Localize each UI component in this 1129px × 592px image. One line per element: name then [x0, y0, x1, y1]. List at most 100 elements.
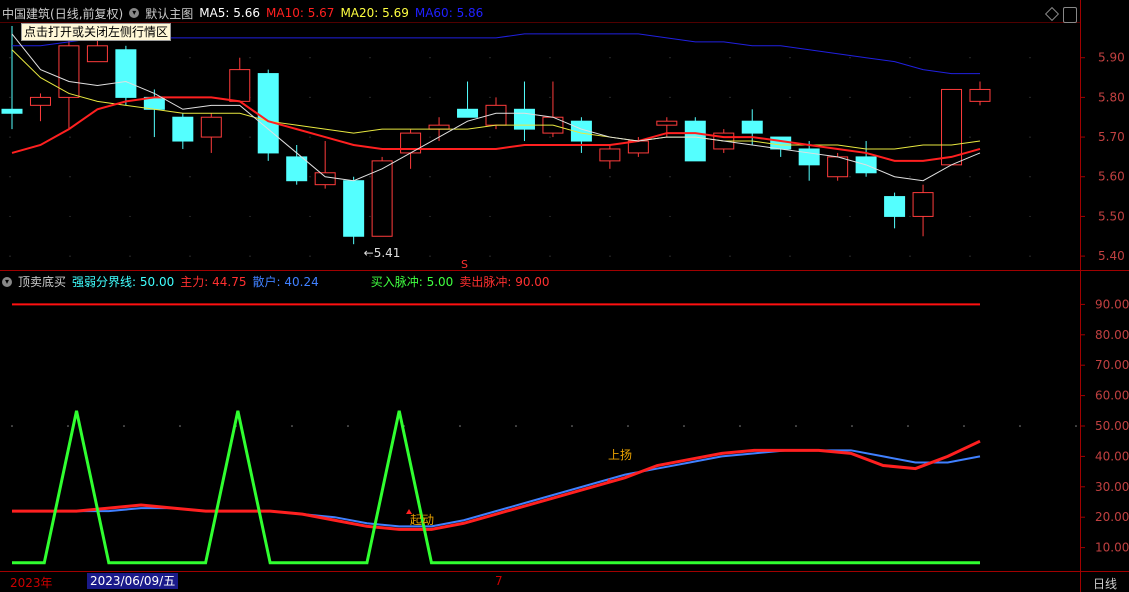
threshold-dot: [347, 425, 349, 427]
threshold-dot: [123, 425, 125, 427]
kline-chart[interactable]: 5.90 5.80 5.70 5.60 5.50 5.40 ←5.41 S 90.00 80.00…: [0, 0, 1129, 592]
threshold-dot: [515, 425, 517, 427]
ind-tick-label: 80.00: [1095, 328, 1129, 342]
price-grid-dot: [1029, 57, 1031, 59]
price-grid-dot: [129, 215, 131, 218]
price-grid-dot: [789, 176, 791, 178]
price-grid-dot: [849, 96, 851, 98]
threshold-readout: 强弱分界线: 50.00: [72, 275, 175, 289]
price-grid-dot: [9, 136, 11, 138]
price-grid-dot: [369, 176, 371, 178]
price-grid-dot: [369, 136, 371, 138]
ma60-readout: MA60: 5.86: [414, 6, 484, 20]
price-grid-dot: [189, 215, 191, 218]
sanhu-readout: 散户: 40.24: [252, 275, 319, 289]
candle-body: [684, 120, 706, 162]
price-grid-dot: [609, 96, 611, 98]
price-grid-dot: [309, 96, 311, 98]
price-grid-dot: [429, 255, 431, 257]
price-grid-dot: [429, 96, 431, 98]
price-grid-dot: [429, 136, 431, 138]
price-grid-dot: [249, 176, 251, 178]
price-grid-dot: [909, 96, 911, 98]
candle-body: [1, 108, 23, 114]
price-grid-dot: [849, 255, 851, 257]
price-grid-dot: [189, 176, 191, 178]
toggle-quote-panel-tooltip[interactable]: 点击打开或关闭左侧行情区: [21, 23, 172, 41]
price-grid-dot: [849, 136, 851, 138]
price-grid-dot: [669, 255, 671, 257]
price-grid-dot: [429, 215, 431, 218]
threshold-dot: [11, 425, 13, 427]
price-grid-dot: [249, 57, 251, 59]
period-info: (日线,前复权): [50, 6, 124, 21]
price-grid-dot: [429, 57, 431, 59]
price-grid-dot: [669, 176, 671, 178]
main-chart-menu-icon[interactable]: ▾: [129, 8, 140, 18]
price-grid-dot: [789, 96, 791, 98]
price-grid-dot: [489, 136, 491, 138]
price-grid-dot: [549, 136, 551, 138]
price-grid-dot: [669, 96, 671, 98]
threshold-dot: [571, 425, 573, 427]
price-grid-dot: [489, 215, 491, 218]
price-grid-dot: [489, 176, 491, 178]
indicator-menu-icon[interactable]: ▾: [2, 276, 12, 287]
stock-name[interactable]: 中国建筑: [2, 5, 50, 22]
period-button[interactable]: 日线: [1093, 575, 1117, 592]
price-grid-dot: [1029, 176, 1031, 178]
price-grid-dot: [609, 176, 611, 178]
price-grid-dot: [9, 96, 11, 98]
price-grid-dot: [909, 215, 911, 218]
price-grid-dot: [9, 57, 11, 59]
candle-body: [457, 108, 479, 118]
price-grid-dot: [849, 176, 851, 178]
price-grid-dot: [969, 215, 971, 218]
candle-body: [827, 156, 849, 178]
panel-toggle-icon[interactable]: [1063, 7, 1077, 23]
candle-body: [257, 73, 279, 154]
candle-body: [513, 108, 535, 130]
main-chart-label[interactable]: 默认主图: [145, 5, 193, 22]
price-grid-dot: [549, 57, 551, 59]
arrow-up-icon: [406, 509, 412, 514]
ind-tick-label: 40.00: [1095, 449, 1129, 463]
candle-body: [599, 148, 621, 162]
price-grid-dot: [1029, 136, 1031, 138]
candle-body: [941, 88, 963, 166]
indicator-name[interactable]: 顶卖底买: [18, 273, 66, 290]
threshold-dot: [907, 425, 909, 427]
ma20-readout: MA20: 5.69: [340, 6, 409, 20]
candle-body: [286, 156, 308, 182]
price-grid-dot: [1029, 215, 1031, 218]
ind-tick-label: 20.00: [1095, 510, 1129, 524]
price-grid-dot: [69, 215, 71, 218]
threshold-dot: [627, 425, 629, 427]
price-grid-dot: [189, 255, 191, 257]
price-grid-dot: [69, 176, 71, 178]
price-grid-dot: [969, 136, 971, 138]
price-grid-dot: [129, 136, 131, 138]
price-grid-dot: [309, 255, 311, 257]
price-grid-dot: [729, 176, 731, 178]
threshold-dot: [739, 425, 741, 427]
price-grid-dot: [369, 96, 371, 98]
candle-body: [200, 116, 222, 138]
price-grid-dot: [1029, 255, 1031, 257]
price-grid-dot: [609, 255, 611, 257]
candle-body: [115, 49, 137, 98]
price-tick-label: 5.70: [1098, 130, 1125, 144]
price-grid-dot: [849, 215, 851, 218]
zhuli-readout: 主力: 44.75: [180, 275, 247, 289]
price-grid-dot: [909, 176, 911, 178]
candle-body: [172, 116, 194, 142]
price-grid-dot: [69, 136, 71, 138]
price-grid-dot: [789, 255, 791, 257]
price-grid-dot: [309, 57, 311, 59]
ma10-readout: MA10: 5.67: [266, 6, 335, 20]
threshold-dot: [683, 425, 685, 427]
candle-body: [428, 124, 450, 130]
candle-body: [229, 69, 251, 102]
price-grid-dot: [729, 255, 731, 257]
threshold-dot: [963, 425, 965, 427]
